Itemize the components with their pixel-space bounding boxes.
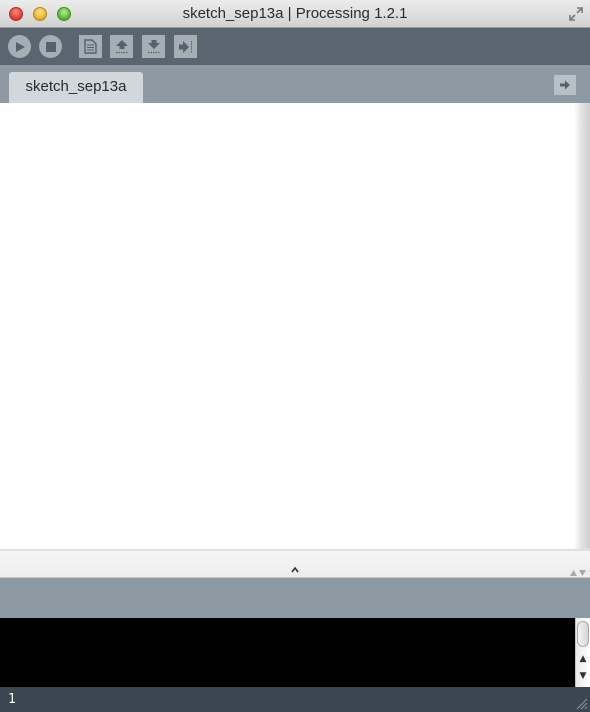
export-arrow-right-icon: [179, 40, 193, 53]
run-button[interactable]: [8, 35, 31, 58]
console-output[interactable]: [0, 618, 575, 687]
status-bar: 1: [0, 687, 590, 712]
message-area: [0, 578, 590, 618]
scroll-down-arrow-icon[interactable]: ▼: [576, 669, 590, 683]
open-arrow-up-icon: [115, 40, 128, 54]
tab-sketch[interactable]: sketch_sep13a: [9, 72, 143, 103]
console-scroll-thumb[interactable]: [577, 621, 589, 647]
save-button[interactable]: [142, 35, 165, 58]
window-title: sketch_sep13a | Processing 1.2.1: [182, 5, 408, 22]
toolbar: [0, 28, 590, 65]
console-scrollbar[interactable]: ▲ ▼: [575, 618, 590, 687]
tab-bar: sketch_sep13a: [0, 65, 590, 103]
resize-grip-icon[interactable]: [574, 696, 588, 710]
stop-button[interactable]: [39, 35, 62, 58]
scroll-up-arrow-icon[interactable]: ▲: [576, 652, 590, 666]
splitter-handle-icon[interactable]: [291, 567, 299, 573]
fullscreen-icon[interactable]: [568, 6, 584, 22]
stop-icon: [45, 41, 56, 52]
tab-menu-button[interactable]: [554, 75, 576, 95]
code-editor[interactable]: [0, 103, 590, 551]
splitter-arrows-icon[interactable]: [569, 568, 587, 578]
panel-splitter[interactable]: [0, 551, 590, 578]
line-number: 1: [8, 692, 16, 707]
open-button[interactable]: [110, 35, 133, 58]
export-button[interactable]: [174, 35, 197, 58]
new-file-icon: [84, 39, 97, 54]
editor-scrollbar-track[interactable]: [574, 103, 590, 551]
title-bar: sketch_sep13a | Processing 1.2.1: [0, 0, 590, 28]
new-button[interactable]: [79, 35, 102, 58]
save-arrow-down-icon: [147, 40, 160, 54]
play-icon: [15, 41, 25, 52]
arrow-right-icon: [560, 80, 570, 90]
